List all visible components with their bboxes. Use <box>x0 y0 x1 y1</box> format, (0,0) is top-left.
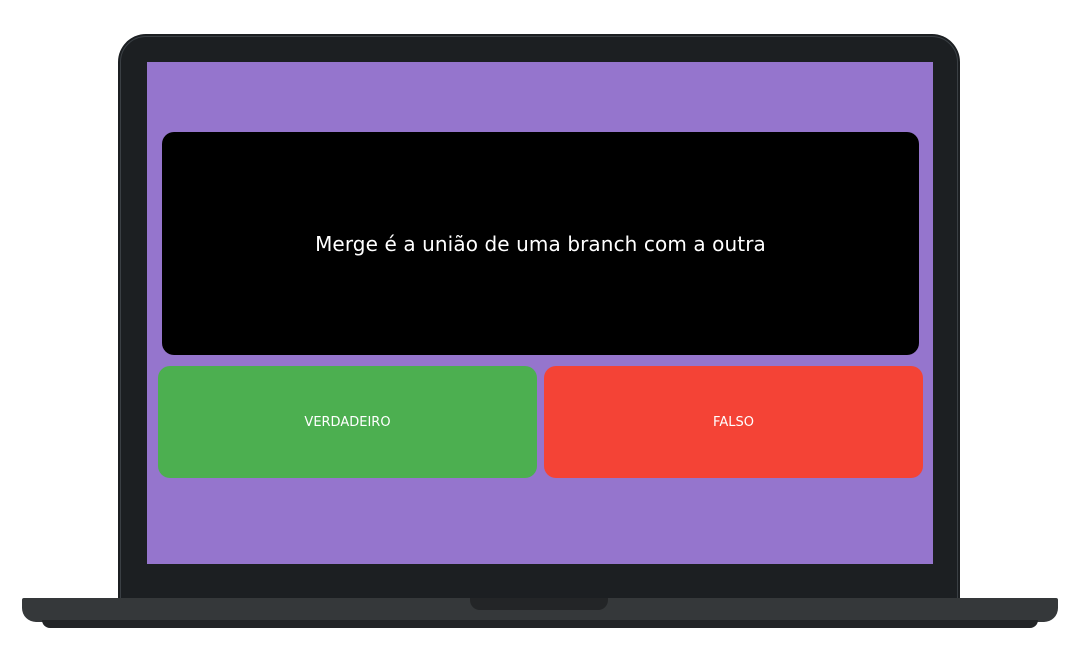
laptop-base-shadow <box>42 620 1038 628</box>
question-text: Merge é a união de uma branch com a outr… <box>315 231 766 256</box>
false-button-label: FALSO <box>713 414 754 430</box>
true-button-label: VERDADEIRO <box>304 414 391 430</box>
false-button[interactable]: FALSO <box>544 366 923 478</box>
true-button[interactable]: VERDADEIRO <box>158 366 537 478</box>
question-card: Merge é a união de uma branch com a outr… <box>162 132 919 355</box>
laptop-mockup: Merge é a união de uma branch com a outr… <box>0 0 1080 670</box>
app-screen: Merge é a união de uma branch com a outr… <box>147 62 933 564</box>
laptop-notch <box>470 598 608 610</box>
